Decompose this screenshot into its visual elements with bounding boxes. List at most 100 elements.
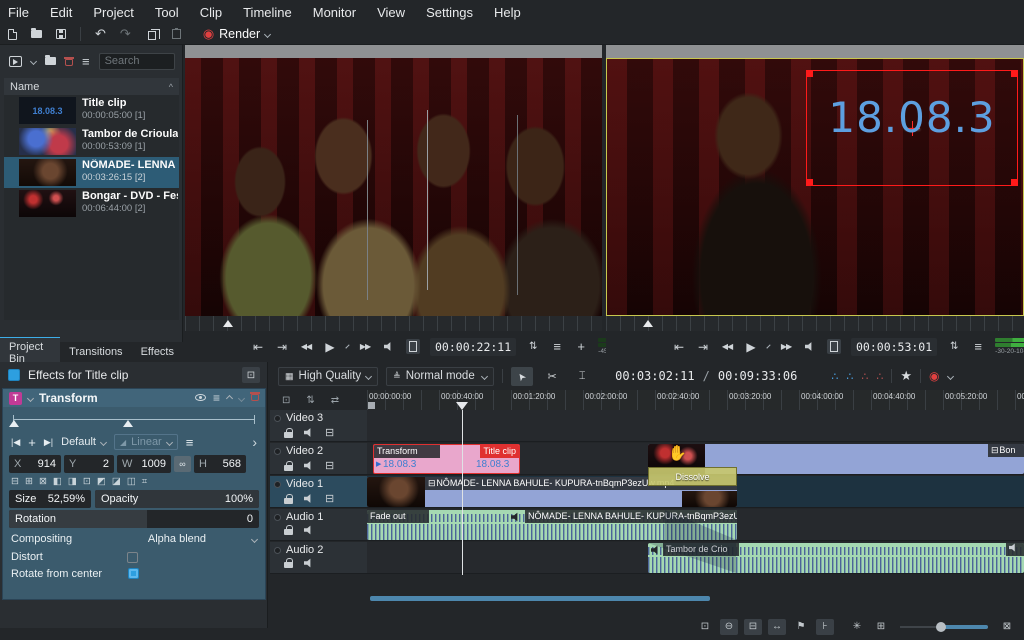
clip-monitor-video[interactable]: [185, 58, 602, 316]
extract-zone-button[interactable]: ∴: [861, 370, 868, 383]
y-spinbox[interactable]: Y2: [64, 455, 114, 473]
monitor-toggle-button[interactable]: ⊡: [696, 619, 714, 635]
show-markers-button[interactable]: ⚑: [792, 619, 810, 635]
move-effect-down-icon[interactable]: [238, 394, 245, 401]
preset-icon[interactable]: ⊠: [39, 476, 47, 488]
open-project-button[interactable]: [31, 30, 42, 38]
menu-file[interactable]: File: [8, 5, 29, 20]
spacer-tool-button[interactable]: ⌶: [571, 367, 593, 386]
video-track-icon[interactable]: ⊟: [325, 426, 334, 439]
menu-edit[interactable]: Edit: [50, 5, 72, 20]
menu-help[interactable]: Help: [494, 5, 521, 20]
video-track-icon[interactable]: ⊟: [325, 459, 334, 472]
size-field[interactable]: Size52,59%: [9, 490, 91, 508]
create-folder-button[interactable]: [45, 57, 56, 65]
keyframe-preset-dropdown[interactable]: Default: [61, 436, 106, 448]
preset-icon[interactable]: ⊞: [25, 476, 33, 488]
timeline-clip-tambor-audio[interactable]: Tambor de Crio: [648, 543, 1024, 573]
menu-timeline[interactable]: Timeline: [243, 5, 292, 20]
timeline-clip-nomade-audio[interactable]: Fade out NÔMADE- LENNA BAHULE- KUPURA-tn…: [367, 510, 737, 540]
preset-icon[interactable]: ⊡: [83, 476, 91, 488]
add-keyframe-button[interactable]: +: [28, 435, 36, 450]
track-target-indicator[interactable]: [274, 415, 281, 422]
timecode-spinner[interactable]: ⇅: [526, 341, 540, 352]
rewind-button[interactable]: ◀◀: [720, 342, 734, 351]
zoom-fit-button[interactable]: ⊠: [998, 619, 1016, 635]
resize-handle-bottom-right[interactable]: [1011, 179, 1018, 186]
razor-tool-button[interactable]: ✂: [541, 367, 563, 386]
zone-toggle-button[interactable]: [827, 339, 841, 354]
timeline-clip-title[interactable]: Transform Title clip ▶ 18.08.3 18.08.3: [373, 444, 520, 474]
add-clip-button[interactable]: [9, 56, 22, 67]
timeline-playhead[interactable]: [462, 410, 463, 575]
rotate-center-checkbox[interactable]: [128, 568, 139, 579]
tab-effects[interactable]: Effects: [132, 343, 183, 361]
track-target-indicator[interactable]: [274, 547, 281, 554]
compositing-value[interactable]: Alpha blend: [148, 533, 206, 545]
speaker-icon[interactable]: [304, 461, 314, 471]
zone-in-button[interactable]: ⇤: [251, 340, 265, 354]
slider-handle[interactable]: [936, 622, 946, 632]
list-item[interactable]: Tambor de Crioula d 00:00:53:09 [1]: [4, 126, 179, 157]
resize-handle-top-right[interactable]: [1011, 70, 1018, 77]
keyframe-options-button[interactable]: ≡: [186, 435, 194, 450]
lock-icon[interactable]: [284, 525, 293, 535]
insert-zone-button[interactable]: ∴: [846, 370, 853, 383]
preset-icon[interactable]: ⊟: [11, 476, 19, 488]
speaker-icon[interactable]: [304, 558, 314, 568]
project-monitor-menu-button[interactable]: ≡: [971, 339, 985, 354]
timeline-horizontal-scrollbar[interactable]: [370, 596, 710, 601]
bin-menu-button[interactable]: ≡: [82, 54, 90, 69]
new-project-button[interactable]: [8, 29, 17, 40]
delete-clip-button[interactable]: [65, 57, 73, 66]
track-header-video3[interactable]: Video 3 ⊟: [270, 410, 367, 442]
edit-mode-dropdown[interactable]: ≜ Normal mode: [386, 367, 494, 386]
favorite-effects-button[interactable]: ★: [900, 368, 912, 384]
copy-button[interactable]: [145, 29, 158, 40]
expand-more-button[interactable]: ›: [252, 434, 257, 450]
forward-button[interactable]: ▶▶: [358, 342, 372, 351]
show-video-thumbnails-button[interactable]: ⊟: [744, 619, 762, 635]
track-header-audio1[interactable]: Audio 1: [270, 509, 367, 541]
project-monitor-video[interactable]: 18.08.3: [606, 58, 1024, 316]
interpolation-dropdown[interactable]: ◢ Linear: [114, 434, 178, 450]
effect-menu-button[interactable]: ≡: [213, 391, 220, 405]
volume-button[interactable]: [382, 342, 396, 352]
render-button[interactable]: ◉ Render: [203, 26, 270, 42]
distort-checkbox[interactable]: [127, 552, 138, 563]
volume-button[interactable]: [803, 342, 817, 352]
keyframe-marker[interactable]: [9, 420, 19, 427]
speaker-icon[interactable]: [304, 494, 314, 504]
track-lane[interactable]: Tambor de Crio: [367, 542, 1024, 574]
opacity-slider[interactable]: Opacity100%: [95, 490, 259, 508]
effects-enabled-checkbox[interactable]: [8, 369, 20, 381]
bin-column-header[interactable]: Name ^: [4, 78, 179, 95]
track-switch-button[interactable]: ⇄: [331, 395, 339, 406]
track-header-video2[interactable]: Video 2 ⊟: [270, 443, 367, 475]
timeline-settings-button[interactable]: ✳: [848, 619, 866, 635]
track-target-indicator[interactable]: [274, 481, 281, 488]
clip-monitor-playhead-icon[interactable]: [223, 320, 233, 327]
lock-icon[interactable]: [284, 461, 293, 471]
dissolve-transition[interactable]: Dissolve: [648, 467, 737, 486]
clip-monitor-timecode[interactable]: 00:00:22:11: [430, 338, 516, 356]
undo-button[interactable]: ↶: [95, 26, 106, 42]
list-item-selected[interactable]: NÔMADE- LENNA BA 00:03:26:15 [2]: [4, 157, 179, 188]
play-button[interactable]: ▶: [323, 340, 337, 354]
project-monitor-timecode[interactable]: 00:00:53:01: [851, 338, 937, 356]
timeline-position-timecode[interactable]: 00:03:02:11: [615, 369, 694, 383]
show-audio-thumbnails-button[interactable]: ↔: [768, 619, 786, 635]
lift-zone-button[interactable]: ∴: [876, 370, 883, 383]
track-lane[interactable]: Fade out NÔMADE- LENNA BAHULE- KUPURA-tn…: [367, 509, 1024, 541]
preset-icon[interactable]: ◫: [127, 476, 136, 488]
lock-icon[interactable]: [284, 494, 293, 504]
bin-search-input[interactable]: [99, 53, 175, 70]
project-monitor-playhead-icon[interactable]: [643, 320, 653, 327]
preview-quality-dropdown[interactable]: ▦ High Quality: [278, 367, 378, 386]
speaker-icon[interactable]: [304, 525, 314, 535]
lock-icon[interactable]: [284, 428, 293, 438]
paste-button[interactable]: [172, 29, 181, 39]
collapse-effect-icon[interactable]: [27, 394, 34, 401]
zone-in-button[interactable]: ⇤: [672, 340, 686, 354]
timeline-zone-marker[interactable]: [368, 402, 375, 409]
